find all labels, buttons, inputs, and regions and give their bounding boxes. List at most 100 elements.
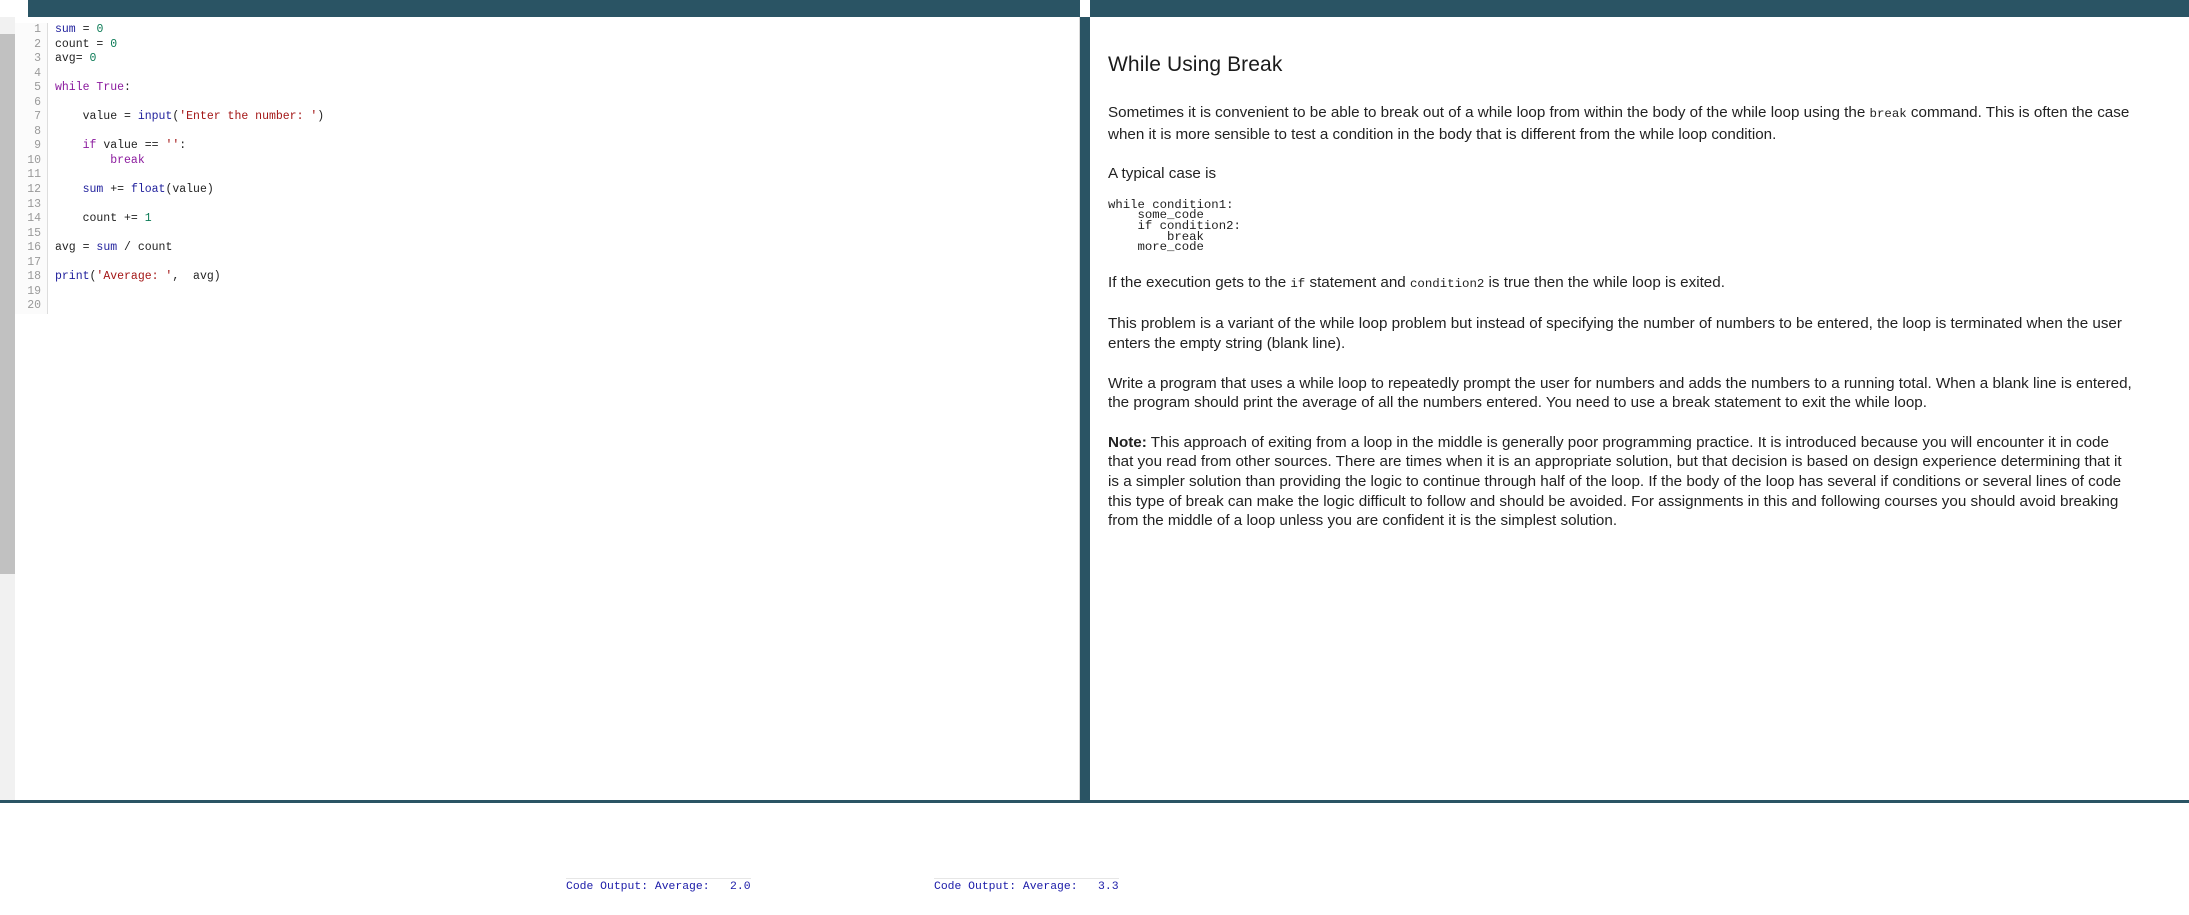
code-token: while <box>55 81 97 95</box>
code-token: float <box>130 183 166 197</box>
line-number: 5 <box>34 81 41 95</box>
inline-code-condition2: condition2 <box>1409 276 1485 291</box>
code-output-test-2: Code Output: Average: 2.0 <box>566 878 751 893</box>
example-code-line: some_code <box>1108 208 1204 223</box>
line-number: 10 <box>27 153 41 167</box>
code-token: : <box>124 81 131 95</box>
instructions-top-bar <box>1090 0 2189 17</box>
code-token: , avg) <box>172 270 221 284</box>
line-number: 1 <box>34 23 41 36</box>
note-body: This approach of exiting from a loop in … <box>1108 433 2122 530</box>
code-editor[interactable]: 1 2 3 4 5 6 7 8 9 10 11 12 13 14 15 16 17 18 19 20 sum = 0c… <box>15 17 1080 807</box>
execution-text-b: statement and <box>1305 273 1410 291</box>
inline-code-if: if <box>1290 276 1306 291</box>
code-token: avg= <box>55 52 90 66</box>
code-token: True <box>96 81 125 95</box>
code-line[interactable]: break <box>55 154 1079 169</box>
editor-scrollbar-track[interactable] <box>0 17 15 807</box>
code-token: input <box>137 110 173 124</box>
code-line[interactable]: while True: <box>55 81 1079 96</box>
code-output-test-3: Code Output: Average: 3.3 <box>934 878 1119 893</box>
line-number: 12 <box>27 183 41 197</box>
code-line[interactable]: if value == '': <box>55 139 1079 154</box>
line-number: 13 <box>27 197 41 211</box>
code-token: 0 <box>96 23 104 36</box>
line-number: 19 <box>27 284 41 298</box>
code-token: count += <box>55 212 145 226</box>
code-token: sum <box>55 23 76 36</box>
code-token: = <box>75 23 97 36</box>
line-number: 4 <box>34 66 41 80</box>
code-exercise-page: 1 2 3 4 5 6 7 8 9 10 11 12 13 14 15 16 17 18 19 20 sum = 0c… <box>0 0 2189 915</box>
code-token: += <box>103 183 131 197</box>
pane-divider[interactable] <box>1080 17 1090 807</box>
code-token: 'Average: ' <box>96 270 173 284</box>
line-number: 16 <box>27 241 41 255</box>
code-token: (value) <box>165 183 214 197</box>
code-text-area[interactable]: sum = 0 count = 0 avg= 0 while True: value… <box>48 23 1079 314</box>
code-line[interactable] <box>55 168 1079 183</box>
code-line[interactable]: count = 0 <box>55 38 1079 53</box>
instructions-panel: While Using Break Sometimes it is conven… <box>1090 17 2189 807</box>
code-token: if <box>82 139 97 153</box>
execution-paragraph: If the execution gets to the if statemen… <box>1108 273 2133 295</box>
code-line[interactable] <box>55 198 1079 213</box>
intro-text-a: Sometimes it is convenient to be able to… <box>1108 104 1870 121</box>
code-token: value == <box>96 139 166 153</box>
editor-top-bar <box>28 0 1080 17</box>
note-label: Note: <box>1108 433 1147 451</box>
code-line[interactable] <box>55 256 1079 271</box>
code-line[interactable]: count += 1 <box>55 212 1079 227</box>
example-code-line: if condition2: <box>1108 218 1241 233</box>
code-token: 'Enter the number: ' <box>179 110 318 124</box>
note-paragraph: Note: This approach of exiting from a lo… <box>1108 433 2133 531</box>
code-token: 1 <box>144 212 152 226</box>
code-token: 0 <box>110 37 118 51</box>
page-title: While Using Break <box>1108 53 1283 76</box>
code-line[interactable] <box>55 227 1079 242</box>
code-line[interactable] <box>55 67 1079 82</box>
execution-text-c: is true then the while loop is exited. <box>1484 273 1725 291</box>
example-code-line: break <box>1108 229 1204 244</box>
code-line[interactable]: avg= 0 <box>55 52 1079 67</box>
code-token: avg = <box>55 241 97 255</box>
example-code-block: while condition1: some_code if condition… <box>1108 197 2133 255</box>
code-token: : <box>179 139 187 153</box>
code-line[interactable]: sum += float(value) <box>55 183 1079 198</box>
line-number: 18 <box>27 270 41 284</box>
code-line[interactable] <box>55 125 1079 140</box>
intro-paragraph: Sometimes it is convenient to be able to… <box>1108 103 2133 144</box>
example-code-line: more_code <box>1108 240 1204 255</box>
code-token: 0 <box>89 52 97 66</box>
line-number: 7 <box>34 110 41 124</box>
code-line[interactable]: avg = sum / count <box>55 241 1079 256</box>
line-number: 9 <box>34 139 41 153</box>
code-token: '' <box>165 139 180 153</box>
code-line[interactable] <box>55 285 1079 300</box>
code-token: = <box>89 37 111 51</box>
code-token: count <box>55 37 90 51</box>
code-line[interactable]: sum = 0 <box>55 23 1079 38</box>
execution-text-a: If the execution gets to the <box>1108 273 1291 291</box>
code-line[interactable]: print('Average: ', avg) <box>55 270 1079 285</box>
code-token: break <box>110 153 145 167</box>
line-number: 3 <box>34 52 41 66</box>
line-number: 14 <box>27 212 41 226</box>
line-number: 20 <box>27 299 41 313</box>
example-code-line: while condition1: <box>1108 197 1234 212</box>
code-line[interactable] <box>55 96 1079 111</box>
test-results-bar: You passed 1 out of 3 tests ---------- T… <box>0 803 2189 915</box>
code-token: sum <box>96 241 118 255</box>
code-line[interactable] <box>55 299 1079 314</box>
problem-variant-paragraph: This problem is a variant of the while l… <box>1108 315 2122 352</box>
inline-code-break: break <box>1869 107 1907 121</box>
code-line[interactable]: value = input('Enter the number: ') <box>55 110 1079 125</box>
line-number: 6 <box>34 95 41 109</box>
line-number: 2 <box>34 37 41 51</box>
typical-case-paragraph: A typical case is <box>1108 165 1217 183</box>
code-token: sum <box>82 183 104 197</box>
editor-scrollbar-thumb[interactable] <box>0 34 15 574</box>
